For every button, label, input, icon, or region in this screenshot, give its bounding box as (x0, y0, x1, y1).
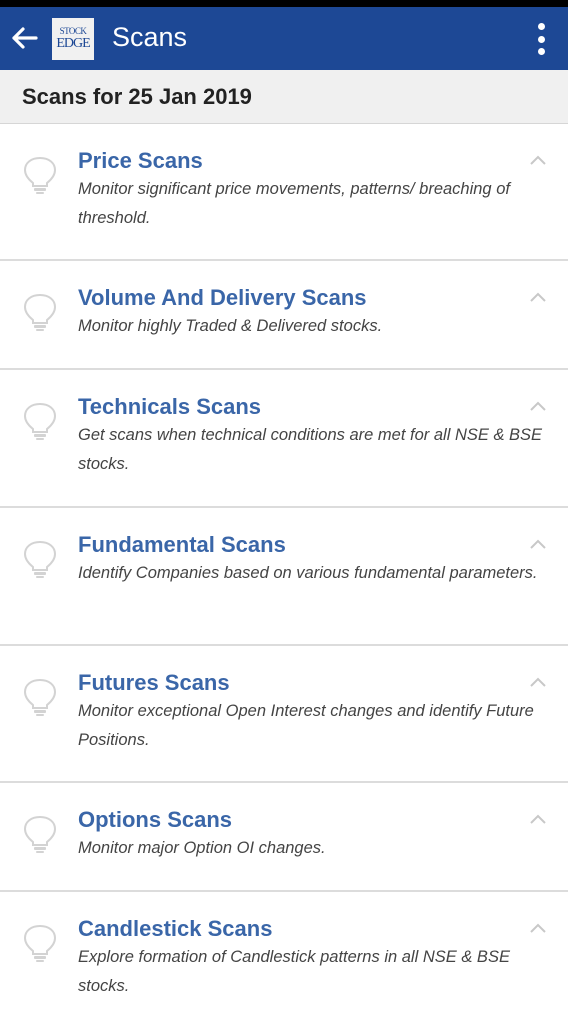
scan-title: Fundamental Scans (78, 532, 286, 557)
app-bar: STOCK EDGE Scans (0, 7, 568, 70)
lightbulb-icon (23, 540, 57, 578)
chevron-up-icon[interactable] (530, 292, 546, 302)
scan-title: Candlestick Scans (78, 916, 273, 941)
scan-item-technicals[interactable]: Technicals Scans Get scans when technica… (0, 370, 568, 508)
scan-item-options[interactable]: Options Scans Monitor major Option OI ch… (0, 783, 568, 892)
logo-line-2: EDGE (56, 36, 90, 51)
chevron-up-icon[interactable] (530, 923, 546, 933)
page-title: Scans (112, 22, 188, 52)
lightbulb-icon (23, 815, 57, 853)
date-header-label: Scans for 25 Jan 2019 (22, 83, 252, 109)
arrow-left-icon (12, 27, 38, 49)
scan-item-futures[interactable]: Futures Scans Monitor exceptional Open I… (0, 646, 568, 783)
chevron-up-icon[interactable] (530, 539, 546, 549)
logo-line-1: STOCK (59, 26, 87, 36)
scan-title: Futures Scans (78, 670, 230, 695)
lightbulb-icon (23, 293, 57, 331)
more-vertical-icon-dot (537, 48, 545, 55)
lightbulb-icon (23, 924, 57, 962)
chevron-up-icon[interactable] (530, 155, 546, 165)
scan-description: Monitor highly Traded & Delivered stocks… (78, 317, 383, 335)
overflow-menu-button[interactable] (526, 21, 556, 57)
more-vertical-icon-dot (537, 35, 545, 43)
scan-item-volume-delivery[interactable]: Volume And Delivery Scans Monitor highly… (0, 261, 568, 370)
date-header: Scans for 25 Jan 2019 (0, 70, 568, 124)
scan-list: Price Scans Monitor significant price mo… (0, 124, 568, 1020)
lightbulb-icon (23, 156, 57, 194)
scan-item-price[interactable]: Price Scans Monitor significant price mo… (0, 124, 568, 261)
scan-title: Price Scans (78, 148, 203, 173)
scan-title: Volume And Delivery Scans (78, 285, 367, 310)
lightbulb-icon (23, 678, 57, 716)
scan-description: Explore formation of Candlestick pattern… (78, 948, 510, 995)
scan-description: Get scans when technical conditions are … (78, 426, 543, 473)
back-button[interactable] (6, 17, 42, 59)
scan-item-fundamental[interactable]: Fundamental Scans Identify Companies bas… (0, 508, 568, 646)
scan-item-candlestick[interactable]: Candlestick Scans Explore formation of C… (0, 892, 568, 1020)
scan-description: Monitor exceptional Open Interest change… (78, 702, 534, 749)
more-vertical-icon-dot (537, 23, 545, 30)
lightbulb-icon (23, 402, 57, 440)
chevron-up-icon[interactable] (530, 401, 546, 411)
chevron-up-icon[interactable] (530, 677, 546, 687)
stockedge-logo: STOCK EDGE (52, 18, 94, 60)
status-bar (0, 0, 568, 7)
scan-description: Identify Companies based on various fund… (78, 564, 538, 582)
chevron-up-icon[interactable] (530, 814, 546, 824)
scan-title: Options Scans (78, 807, 233, 832)
scan-description: Monitor major Option OI changes. (78, 839, 326, 857)
scan-description: Monitor significant price movements, pat… (78, 180, 510, 227)
scan-title: Technicals Scans (78, 394, 262, 419)
